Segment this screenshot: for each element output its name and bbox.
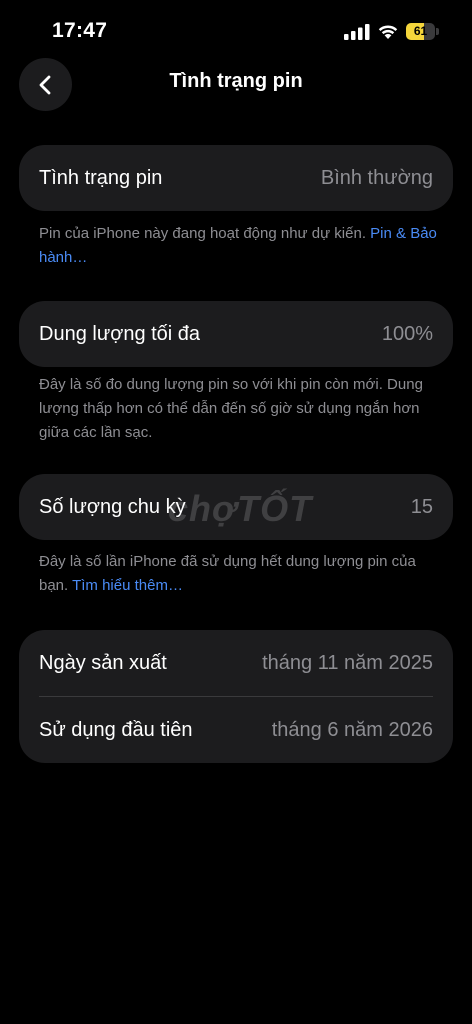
- wifi-icon: [378, 25, 398, 39]
- first-use-value: tháng 6 năm 2026: [271, 718, 433, 741]
- max-capacity-label: Dung lượng tối đa: [39, 322, 201, 345]
- battery-health-row: Tình trạng pin Bình thường: [19, 145, 453, 211]
- first-use-label: Sử dụng đầu tiên: [39, 718, 193, 741]
- cellular-signal-icon: [344, 24, 370, 40]
- status-bar: 17:47 61: [0, 0, 472, 56]
- battery-body: 61: [406, 23, 435, 40]
- page-title: Tình trạng pin: [169, 70, 303, 92]
- cycle-count-card: Số lượng chu kỳ 15: [19, 474, 453, 540]
- max-capacity-row: Dung lượng tối đa 100%: [19, 301, 453, 367]
- battery-health-note-text: Pin của iPhone này đang hoạt động như dự…: [39, 225, 371, 242]
- cycle-count-row: Số lượng chu kỳ 15: [19, 474, 453, 540]
- manufacture-date-label: Ngày sản xuất: [39, 651, 167, 674]
- battery-health-card: Tình trạng pin Bình thường: [19, 145, 453, 211]
- first-use-row: Sử dụng đầu tiên tháng 6 năm 2026: [19, 697, 453, 763]
- max-capacity-card: Dung lượng tối đa 100%: [19, 301, 453, 367]
- status-time: 17:47: [52, 19, 108, 42]
- battery-health-label: Tình trạng pin: [39, 166, 163, 189]
- max-capacity-note: Đây là số đo dung lượng pin so với khi p…: [39, 376, 423, 441]
- dates-card: Ngày sản xuất tháng 11 năm 2025 Sử dụng …: [19, 630, 453, 763]
- max-capacity-value: 100%: [381, 322, 433, 345]
- battery-cap: [436, 28, 439, 35]
- learn-more-link[interactable]: Tìm hiểu thêm…: [72, 577, 183, 594]
- manufacture-date-row: Ngày sản xuất tháng 11 năm 2025: [19, 630, 453, 696]
- battery-percent: 61: [413, 24, 428, 38]
- cycle-count-label: Số lượng chu kỳ: [39, 495, 186, 518]
- battery-health-note: Pin của iPhone này đang hoạt động như dự…: [39, 222, 439, 270]
- cycle-count-value: 15: [410, 495, 433, 518]
- battery-health-value: Bình thường: [320, 166, 433, 189]
- manufacture-date-value: tháng 11 năm 2025: [262, 651, 433, 674]
- battery-icon: 61: [406, 23, 440, 40]
- cycle-count-note: Đây là số lần iPhone đã sử dụng hết dung…: [39, 550, 439, 598]
